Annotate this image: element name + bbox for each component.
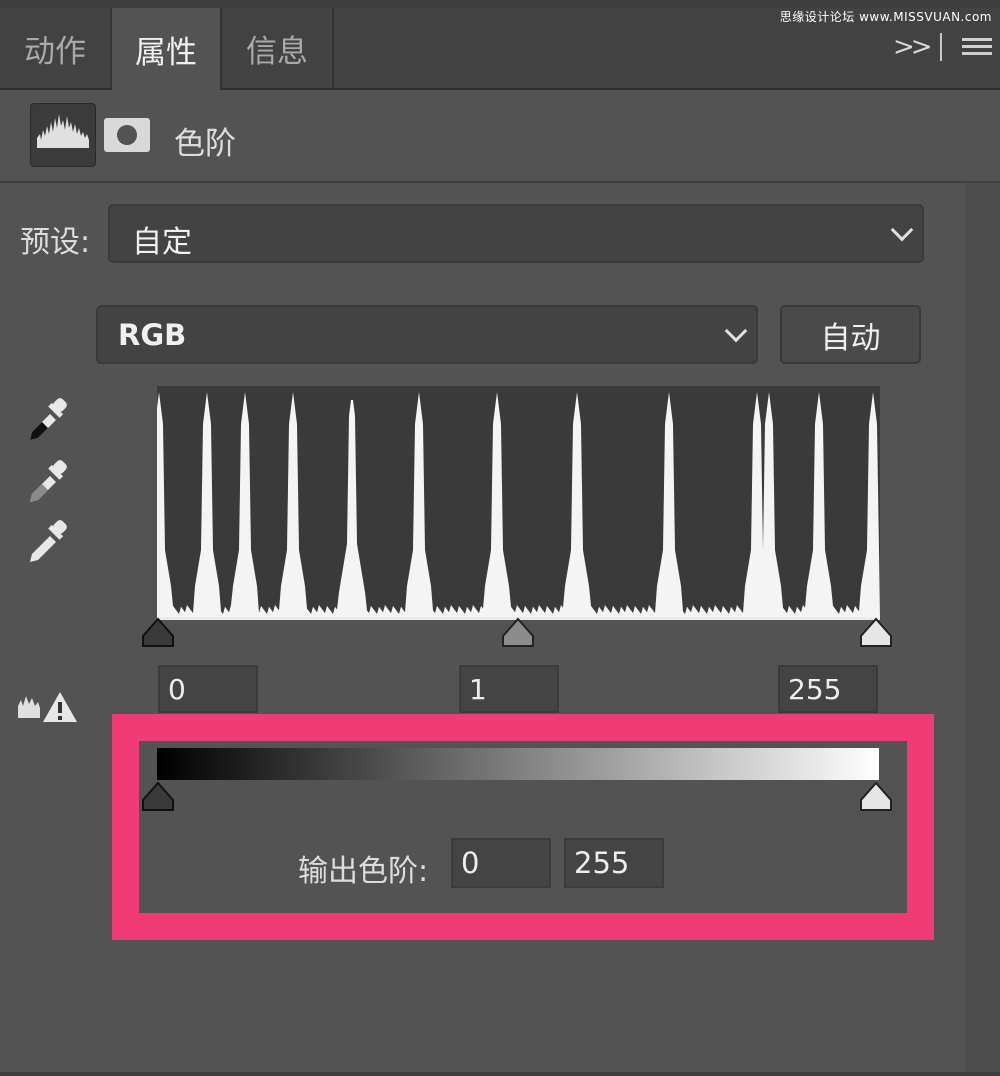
white-point-eyedropper-icon[interactable] [24,518,74,568]
tab-properties[interactable]: 属性 [112,8,222,90]
preset-dropdown[interactable]: 自定 [108,204,924,263]
watermark-text: 思缘设计论坛 www.MISSVUAN.com [779,10,992,24]
auto-button[interactable]: 自动 [780,305,921,364]
input-shadow-field[interactable]: 0 [158,665,258,713]
histogram-icon [37,114,89,148]
scrollbar-track[interactable] [965,183,1000,1076]
preset-value: 自定 [132,225,192,260]
preset-label: 预设: [20,225,91,260]
mask-icon[interactable] [104,118,150,152]
chevron-down-icon [890,218,914,242]
toolbar-divider [940,33,942,61]
header-divider [0,181,1000,183]
tab-actions[interactable]: 动作 [0,8,112,88]
levels-adjustment-button[interactable] [30,103,96,167]
input-midtone-field[interactable]: 1 [459,665,559,713]
tab-info[interactable]: 信息 [222,8,334,88]
output-levels-label: 输出色阶: [298,854,429,889]
panel-title: 色阶 [174,126,236,162]
histogram-graph [157,386,880,618]
channel-dropdown[interactable]: RGB [96,305,758,364]
tab-info-label: 信息 [246,33,308,70]
clipping-warning-icon[interactable] [16,690,78,724]
input-shadow-slider[interactable] [140,616,176,652]
tab-properties-label: 属性 [135,34,197,71]
output-gradient-bar [157,748,879,780]
input-highlight-slider[interactable] [858,616,894,652]
tab-actions-label: 动作 [24,33,86,70]
output-shadow-field[interactable]: 0 [451,838,551,888]
panel-menu-icon[interactable] [962,38,992,59]
channel-value: RGB [118,318,187,352]
black-point-eyedropper-icon[interactable] [24,396,74,446]
chevron-down-icon [724,319,748,343]
top-strip [0,0,1000,8]
bottom-edge [0,1072,1000,1076]
gray-point-eyedropper-icon[interactable] [24,458,74,508]
output-highlight-slider[interactable] [858,780,894,816]
output-shadow-slider[interactable] [140,780,176,816]
collapse-panel-icon[interactable]: >> [893,32,933,62]
input-highlight-field[interactable]: 255 [778,665,878,713]
input-midtone-slider[interactable] [500,616,536,652]
output-highlight-field[interactable]: 255 [564,838,664,888]
